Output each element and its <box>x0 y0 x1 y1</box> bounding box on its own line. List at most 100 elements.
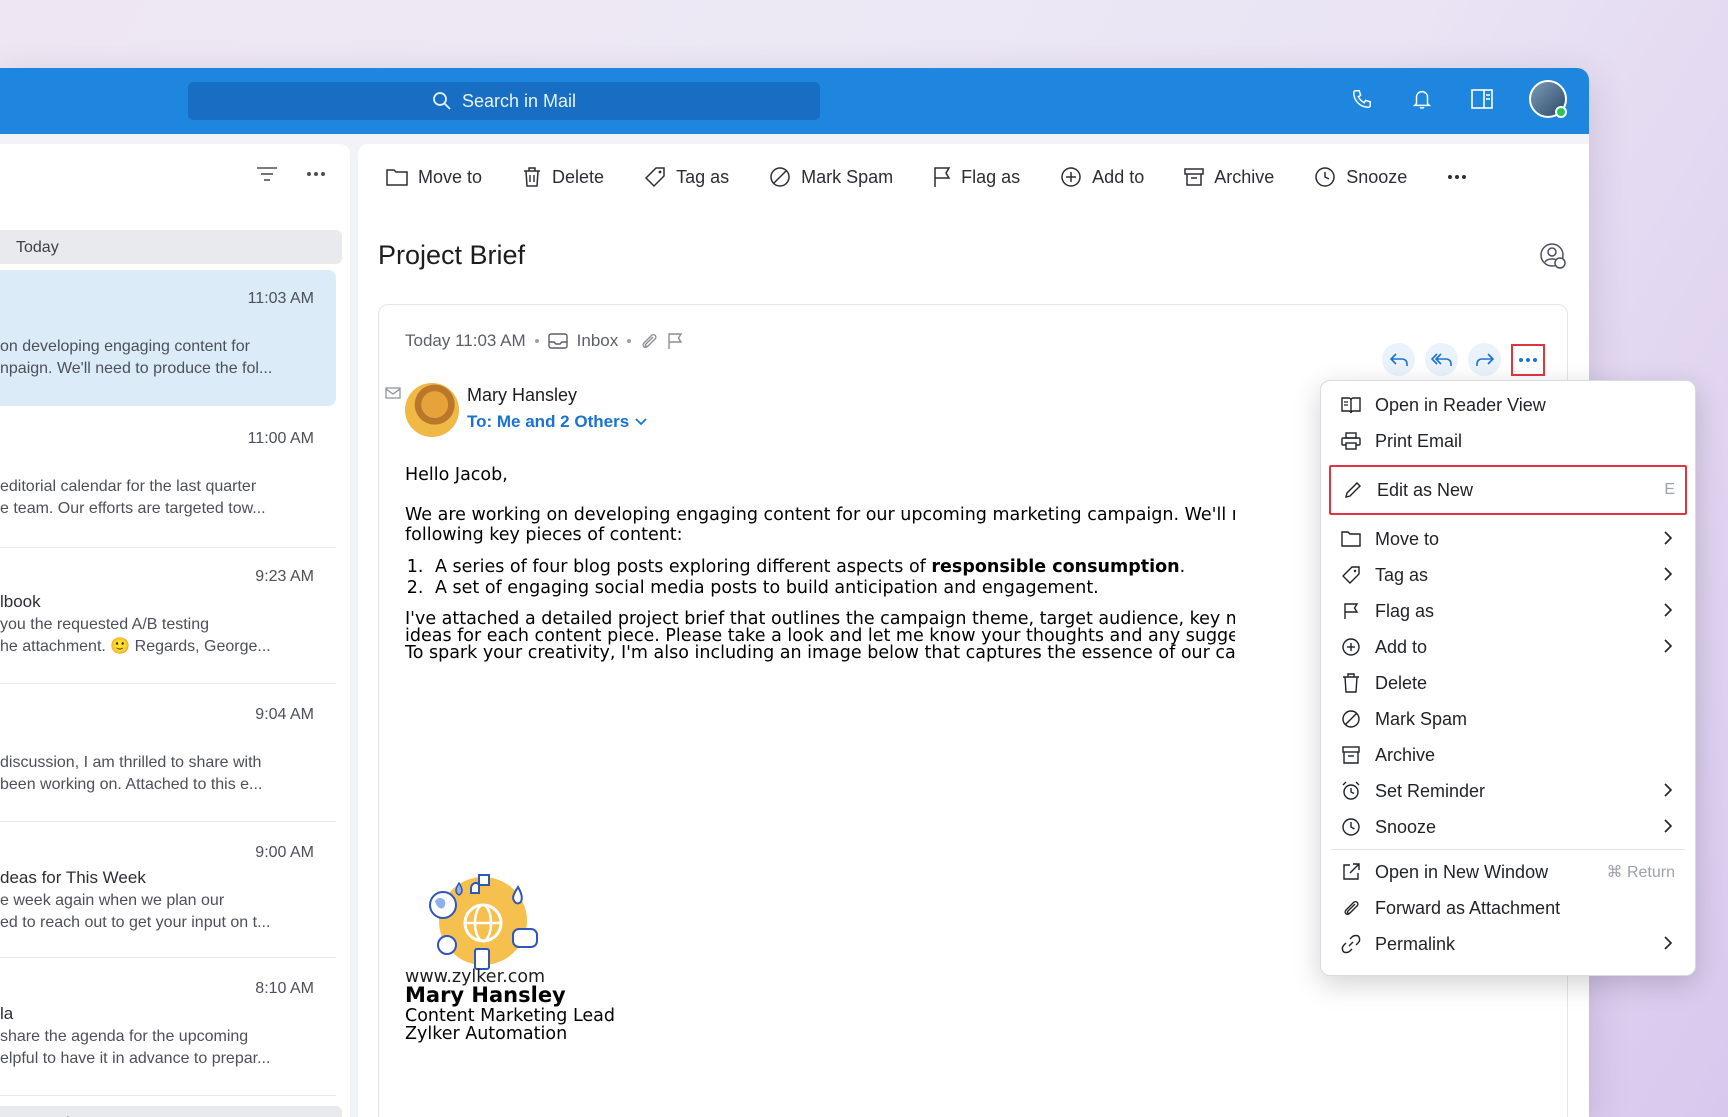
menu-label: Open in Reader View <box>1375 394 1546 415</box>
flag-icon[interactable] <box>667 332 683 350</box>
tag-icon <box>645 167 665 188</box>
signature-role: Content Marketing Lead <box>405 1006 615 1026</box>
recipients-toggle[interactable]: To: Me and 2 Others <box>467 412 647 432</box>
search-input[interactable]: Search in Mail <box>188 82 820 120</box>
menu-item-edit-as-new[interactable]: Edit as New E <box>1329 465 1687 515</box>
mail-preview: he attachment. 🙂 Regards, George... <box>0 638 271 655</box>
archive-button[interactable]: Archive <box>1184 167 1274 188</box>
spam-icon <box>1341 709 1361 729</box>
signature-company: Zylker Automation <box>405 1024 568 1044</box>
envelope-icon[interactable] <box>385 385 401 399</box>
shortcut-hint: ⌘ Return <box>1606 864 1675 881</box>
menu-label: Edit as New <box>1377 479 1474 500</box>
list-item[interactable]: 9:23 AM lbook you the requested A/B test… <box>0 548 336 684</box>
menu-item-tag-as[interactable]: Tag as <box>1321 557 1695 593</box>
menu-label: Open in New Window <box>1375 861 1549 882</box>
content-list: A series of four blog posts exploring di… <box>429 557 1235 599</box>
body-line: To spark your creativity, I'm also inclu… <box>405 643 1235 663</box>
menu-item-permalink[interactable]: Permalink <box>1321 926 1695 962</box>
move-to-button[interactable]: Move to <box>386 167 482 188</box>
list-item[interactable]: 9:00 AM deas for This Week e week again … <box>0 822 336 958</box>
sender-avatar[interactable] <box>405 383 459 437</box>
list-item: A set of engaging social media posts to … <box>429 578 1235 599</box>
add-to-button[interactable]: Add to <box>1060 166 1144 188</box>
top-bar: Search in Mail <box>0 68 1589 134</box>
message-meta: Today 11:03 AM Inbox <box>405 331 683 351</box>
tag-icon <box>1341 565 1361 585</box>
forward-icon[interactable] <box>1468 343 1501 376</box>
menu-item-set-reminder[interactable]: Set Reminder <box>1321 773 1695 809</box>
campaign-image[interactable] <box>423 865 543 975</box>
body-line: following key pieces of content: <box>405 525 683 545</box>
paperclip-icon <box>1341 898 1361 918</box>
list-item[interactable]: 9:04 AM discussion, I am thrilled to sha… <box>0 684 336 822</box>
toolbar-more-icon[interactable] <box>1447 174 1467 180</box>
message-date: Today 11:03 AM <box>405 331 526 350</box>
message-folder[interactable]: Inbox <box>577 331 619 351</box>
alarm-clock-icon <box>1341 781 1361 801</box>
folder-icon <box>1341 529 1361 549</box>
filter-icon[interactable] <box>256 166 278 182</box>
mail-preview: elpful to have it in advance to prepar..… <box>0 1050 271 1067</box>
menu-divider <box>1331 849 1685 850</box>
menu-item-print[interactable]: Print Email <box>1321 423 1695 459</box>
menu-item-reader-view[interactable]: Open in Reader View <box>1321 387 1695 423</box>
chevron-right-icon <box>1663 935 1673 951</box>
clock-icon <box>1315 167 1335 187</box>
menu-item-add-to[interactable]: Add to <box>1321 629 1695 665</box>
reading-pane-icon[interactable] <box>1469 86 1495 112</box>
list-item[interactable]: 11:00 AM editorial calendar for the last… <box>0 410 336 548</box>
search-icon <box>432 91 452 111</box>
menu-item-open-new-window[interactable]: Open in New Window ⌘ Return <box>1321 854 1695 890</box>
mail-preview: on developing engaging content for <box>0 338 250 355</box>
mail-time: 9:23 AM <box>255 568 314 585</box>
mail-preview: e team. Our efforts are targeted tow... <box>0 500 266 517</box>
flag-icon <box>934 167 951 187</box>
sender-name[interactable]: Mary Hansley <box>467 385 577 406</box>
menu-item-flag-as[interactable]: Flag as <box>1321 593 1695 629</box>
menu-item-snooze[interactable]: Snooze <box>1321 809 1695 845</box>
menu-label: Add to <box>1375 636 1428 657</box>
recipients-label: To: Me and 2 Others <box>467 412 630 431</box>
snooze-button[interactable]: Snooze <box>1314 166 1407 188</box>
list-item[interactable]: 11:03 AM on developing engaging content … <box>0 270 336 406</box>
bell-icon[interactable] <box>1409 86 1435 112</box>
chevron-right-icon <box>1663 530 1673 546</box>
user-avatar[interactable] <box>1529 80 1567 118</box>
more-actions-menu: Open in Reader View Print Email Edit as … <box>1320 380 1696 976</box>
move-to-label: Move to <box>418 166 483 187</box>
list-item[interactable]: 8:10 AM la share the agenda for the upco… <box>0 958 336 1096</box>
mail-preview: share the agenda for the upcoming <box>0 1028 249 1045</box>
delete-button[interactable]: Delete <box>522 166 604 188</box>
mail-time: 9:00 AM <box>255 844 314 861</box>
mail-subject: deas for This Week <box>0 868 146 887</box>
clock-icon <box>1341 817 1361 837</box>
menu-label: Tag as <box>1375 564 1429 585</box>
flag-as-label: Flag as <box>961 166 1021 187</box>
mail-list-pane: Today 11:03 AM on developing engaging co… <box>0 144 350 1117</box>
printer-icon <box>1341 431 1361 451</box>
mail-preview: you the requested A/B testing <box>0 616 210 633</box>
tag-as-button[interactable]: Tag as <box>644 166 729 188</box>
menu-item-move-to[interactable]: Move to <box>1321 521 1695 557</box>
reply-icon[interactable] <box>1382 343 1415 376</box>
share-contact-icon[interactable] <box>1539 242 1567 270</box>
menu-item-mark-spam[interactable]: Mark Spam <box>1321 701 1695 737</box>
reply-all-icon[interactable] <box>1425 343 1458 376</box>
mark-spam-button[interactable]: Mark Spam <box>769 166 893 188</box>
message-subject: Project Brief <box>378 240 526 270</box>
mail-preview: npaign. We'll need to produce the fol... <box>0 360 273 377</box>
menu-label: Flag as <box>1375 600 1435 621</box>
menu-label: Permalink <box>1375 933 1456 954</box>
list-more-icon[interactable] <box>306 171 326 177</box>
message-more-button[interactable] <box>1511 343 1545 376</box>
flag-as-button[interactable]: Flag as <box>933 166 1020 188</box>
menu-item-forward-attachment[interactable]: Forward as Attachment <box>1321 890 1695 926</box>
spam-icon <box>770 167 790 187</box>
menu-item-delete[interactable]: Delete <box>1321 665 1695 701</box>
menu-label: Move to <box>1375 528 1440 549</box>
signature-website[interactable]: www.zylker.com <box>405 967 545 987</box>
phone-icon[interactable] <box>1349 86 1375 112</box>
chevron-right-icon <box>1663 638 1673 654</box>
menu-item-archive[interactable]: Archive <box>1321 737 1695 773</box>
